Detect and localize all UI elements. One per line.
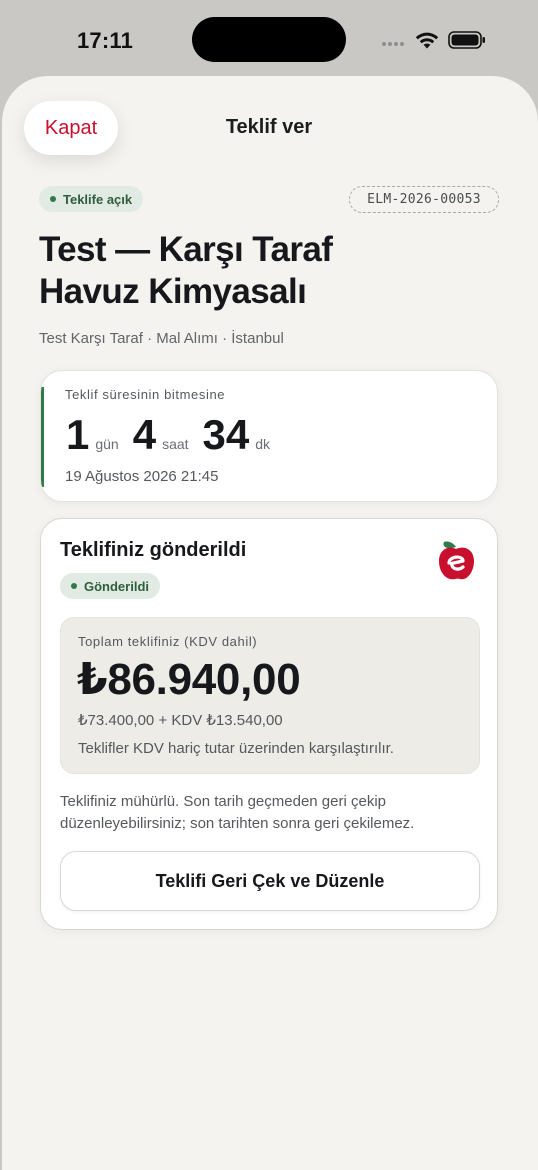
- tender-status-badge: Teklife açık: [39, 186, 144, 212]
- seal-note: Teklifiniz mühürlü. Son tarih geçmeden g…: [60, 793, 415, 832]
- offer-status-badge: Gönderildi: [60, 573, 160, 599]
- offer-status-label: Gönderildi: [84, 578, 149, 594]
- countdown-days-unit: gün: [95, 436, 119, 452]
- total-offer-box: Toplam teklifiniz (KDV dahil) ₺86.940,00…: [60, 617, 480, 774]
- status-icons: [382, 29, 486, 51]
- countdown-accent-bar: [41, 387, 44, 487]
- status-bar: 17:11: [0, 0, 538, 80]
- wifi-icon: [415, 32, 439, 49]
- status-dot-icon: [71, 583, 77, 589]
- dynamic-island: [192, 17, 346, 62]
- status-time: 17:11: [77, 28, 134, 53]
- sheet-title: Teklif ver: [225, 116, 313, 138]
- countdown-deadline: 19 Ağustos 2026 21:45: [65, 468, 219, 485]
- countdown-card: Teklif süresinin bitmesine 1 gün 4 saat …: [40, 370, 498, 502]
- total-label: Toplam teklifiniz (KDV dahil): [78, 634, 258, 649]
- tender-status-label: Teklife açık: [63, 191, 133, 207]
- total-amount: ₺86.940,00: [77, 655, 301, 704]
- total-breakdown: ₺73.400,00 + KDV ₺13.540,00: [78, 712, 283, 729]
- tender-title: Test — Karşı Taraf Havuz Kimyasalı: [39, 229, 459, 313]
- countdown-minutes: 34: [202, 411, 250, 458]
- tender-reference-code: ELM-2026-00053: [349, 186, 499, 213]
- countdown-minutes-unit: dk: [255, 436, 271, 452]
- countdown-label: Teklif süresinin bitmesine: [65, 387, 226, 402]
- status-dot-icon: [50, 196, 56, 202]
- countdown-values: 1 gün 4 saat 34 dk: [66, 411, 284, 459]
- offer-card: Teklifiniz gönderildi Gönderildi Toplam …: [40, 518, 498, 930]
- tender-meta: Test Karşı Taraf · Mal Alımı · İstanbul: [39, 330, 284, 347]
- comparison-note: Teklifler KDV hariç tutar üzerinden karş…: [78, 740, 394, 757]
- battery-icon: [448, 31, 485, 49]
- cellular-signal-icon: [382, 42, 404, 46]
- countdown-hours-unit: saat: [162, 436, 189, 452]
- apple-e-logo: [439, 541, 474, 580]
- tender-title-line-2: Havuz Kimyasalı: [39, 272, 307, 311]
- offer-title: Teklifiniz gönderildi: [60, 539, 247, 561]
- withdraw-and-edit-button[interactable]: Teklifi Geri Çek ve Düzenle: [60, 851, 480, 911]
- tender-title-line-1: Test — Karşı Taraf: [39, 230, 333, 269]
- countdown-days: 1: [66, 411, 90, 458]
- countdown-hours: 4: [132, 411, 157, 458]
